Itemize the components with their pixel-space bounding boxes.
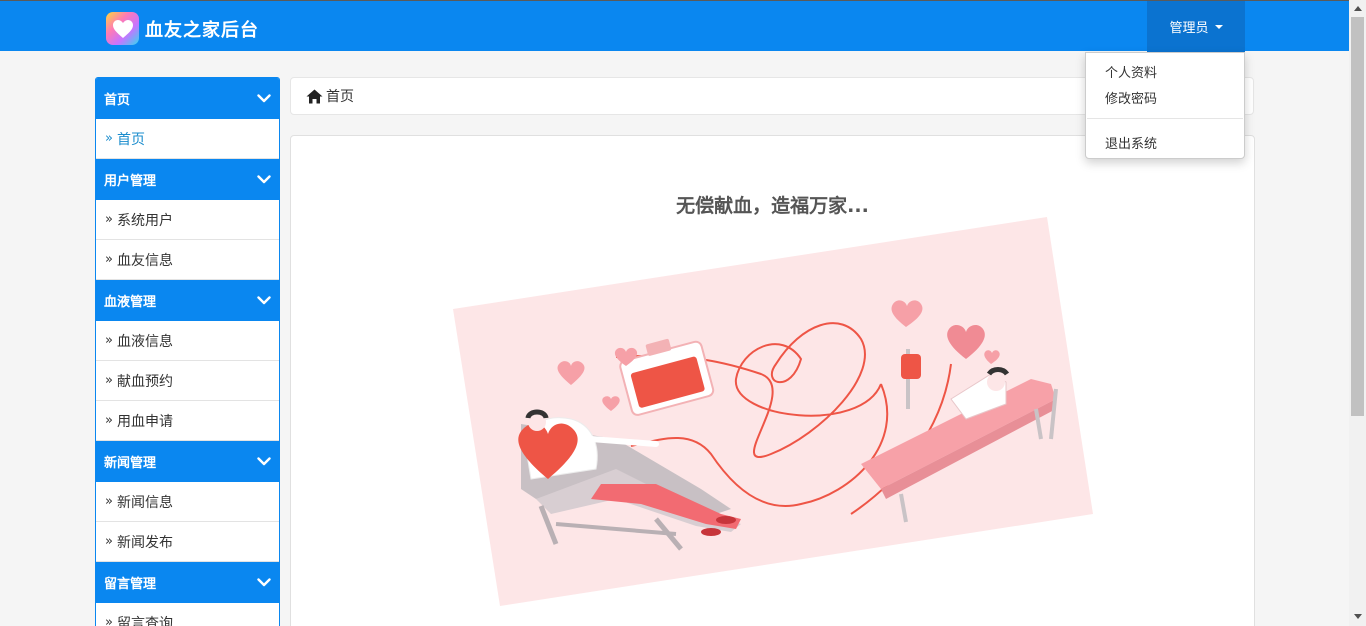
sidebar-item-label: 系统用户 — [116, 212, 173, 229]
breadcrumb-current[interactable]: 首页 — [326, 86, 354, 106]
double-chevron-icon: » — [105, 252, 113, 267]
app-title: 血友之家后台 — [145, 19, 259, 41]
chevron-down-icon — [257, 578, 271, 587]
double-chevron-icon: » — [105, 212, 113, 227]
caret-down-icon — [1214, 24, 1223, 29]
sidebar-group-home[interactable]: 首页 — [96, 78, 279, 119]
sidebar-item-home[interactable]: » 首页 — [96, 119, 279, 159]
double-chevron-icon: » — [105, 534, 113, 549]
double-chevron-icon: » — [105, 373, 113, 388]
double-chevron-icon: » — [105, 413, 113, 428]
chevron-down-icon — [257, 457, 271, 466]
sidebar-item-label: 血液信息 — [116, 333, 173, 350]
sidebar-item-label: 血友信息 — [116, 252, 173, 269]
sidebar-item-label: 献血预约 — [116, 373, 173, 390]
admin-menu-label: 管理员 — [1169, 21, 1209, 36]
sidebar-item-message-query[interactable]: » 留言查询 — [96, 603, 279, 626]
double-chevron-icon: » — [105, 131, 113, 146]
top-navbar: 血友之家后台 管理员 — [0, 0, 1349, 52]
sidebar-item-system-users[interactable]: » 系统用户 — [96, 200, 279, 240]
main-content-panel: 无偿献血，造福万家... — [290, 135, 1255, 626]
sidebar-item-news-publish[interactable]: » 新闻发布 — [96, 522, 279, 562]
sidebar-item-blood-request[interactable]: » 用血申请 — [96, 401, 279, 441]
sidebar-item-label: 新闻发布 — [116, 534, 173, 551]
chevron-down-icon — [257, 175, 271, 184]
sidebar-item-news-info[interactable]: » 新闻信息 — [96, 482, 279, 522]
sidebar-group-messages[interactable]: 留言管理 — [96, 562, 279, 603]
double-chevron-icon: » — [105, 494, 113, 509]
heart-logo-icon — [106, 12, 139, 45]
sidebar-item-member-info[interactable]: » 血友信息 — [96, 240, 279, 280]
sidebar-item-blood-info[interactable]: » 血液信息 — [96, 321, 279, 361]
sidebar-group-label: 用户管理 — [104, 174, 157, 189]
double-chevron-icon: » — [105, 615, 113, 626]
blood-donation-illustration — [453, 217, 1093, 606]
chevron-down-icon — [257, 296, 271, 305]
admin-menu-button[interactable]: 管理员 — [1147, 1, 1245, 52]
menu-item-change-password[interactable]: 修改密码 — [1105, 88, 1157, 107]
user-dropdown-menu: 个人资料 修改密码 退出系统 — [1085, 52, 1245, 159]
sidebar-group-label: 留言管理 — [104, 577, 157, 592]
sidebar-item-label: 留言查询 — [116, 615, 173, 626]
sidebar-item-label: 用血申请 — [116, 413, 173, 430]
double-chevron-icon: » — [105, 333, 113, 348]
brand[interactable]: 血友之家后台 — [106, 12, 259, 45]
scroll-up-arrow-icon[interactable] — [1354, 6, 1362, 11]
sidebar: 首页 » 首页 用户管理 » 系统用户 » 血友信息 血液管理 » 血液信息 » 献血预约… — [95, 77, 280, 626]
sidebar-group-label: 首页 — [104, 93, 131, 108]
sidebar-item-label: 首页 — [116, 131, 145, 148]
sidebar-group-news[interactable]: 新闻管理 — [96, 441, 279, 482]
menu-item-logout[interactable]: 退出系统 — [1105, 133, 1157, 152]
scrollbar-thumb[interactable] — [1351, 17, 1364, 416]
sidebar-group-label: 血液管理 — [104, 295, 157, 310]
home-icon — [306, 89, 323, 103]
sidebar-item-donation-booking[interactable]: » 献血预约 — [96, 361, 279, 401]
sidebar-item-label: 新闻信息 — [116, 494, 173, 511]
chevron-down-icon — [257, 94, 271, 103]
sidebar-group-label: 新闻管理 — [104, 456, 157, 471]
scroll-down-arrow-icon[interactable] — [1354, 614, 1362, 619]
vertical-scrollbar[interactable] — [1349, 0, 1366, 626]
sidebar-group-blood[interactable]: 血液管理 — [96, 280, 279, 321]
menu-item-profile[interactable]: 个人资料 — [1105, 62, 1157, 81]
sidebar-group-users[interactable]: 用户管理 — [96, 159, 279, 200]
menu-divider — [1087, 118, 1243, 119]
